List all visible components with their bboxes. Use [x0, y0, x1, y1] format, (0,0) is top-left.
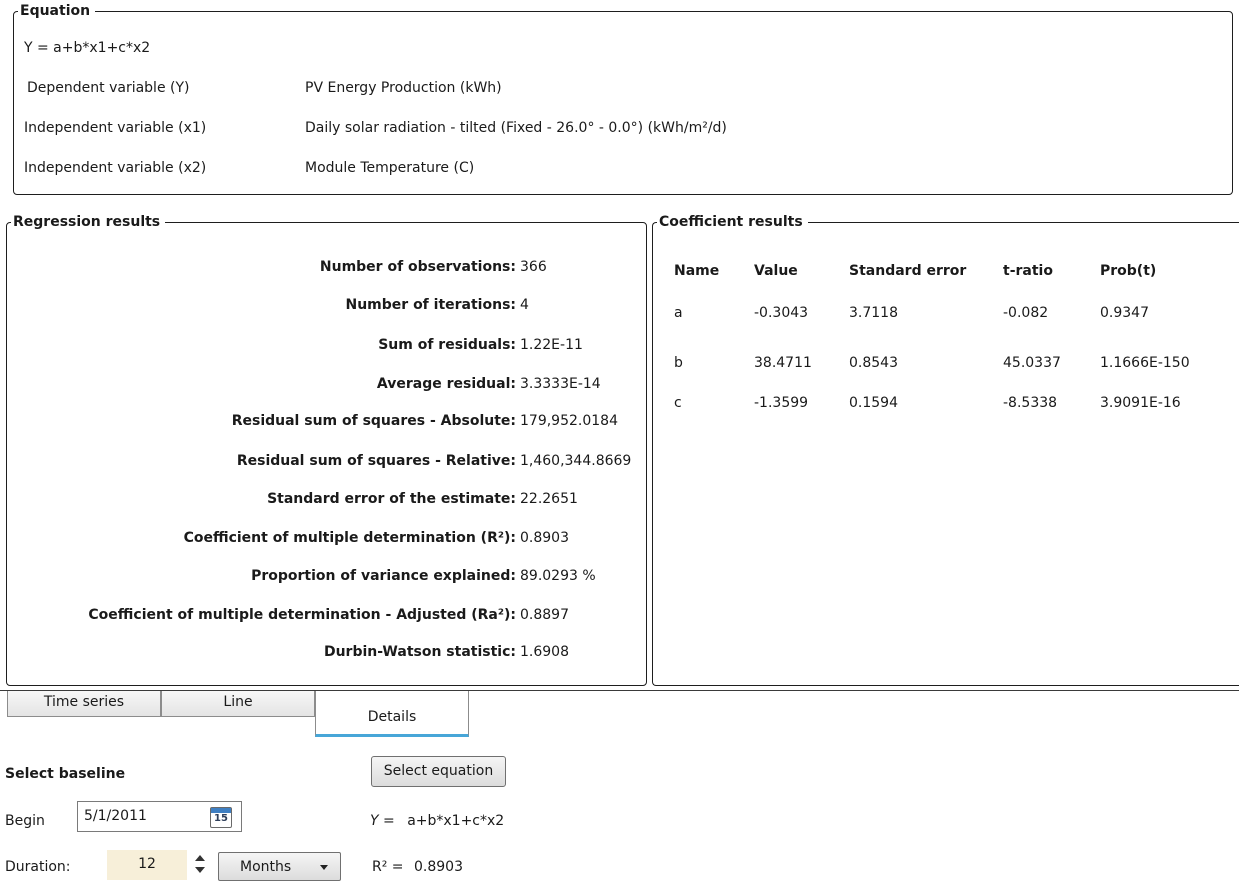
- calendar-icon[interactable]: 15: [210, 807, 232, 828]
- regression-label: Coefficient of multiple determination - …: [88, 607, 516, 623]
- y-label: Y =: [370, 813, 395, 829]
- regression-label: Durbin-Watson statistic:: [323, 644, 516, 660]
- regression-value: 0.8897: [520, 607, 569, 623]
- column-header-value: Value: [754, 263, 798, 279]
- duration-unit-value: Months: [240, 859, 292, 875]
- r2-value: 0.8903: [413, 859, 463, 875]
- coef-prob: 0.9347: [1100, 305, 1149, 321]
- regression-row: Number of iterations: 4: [7, 295, 647, 315]
- tab-time-series[interactable]: Time series: [7, 691, 161, 717]
- regression-row: Proportion of variance explained: 89.029…: [7, 566, 647, 586]
- coefficient-header-row: Name Value Standard error t-ratio Prob(t…: [674, 259, 1220, 283]
- regression-label: Residual sum of squares - Relative:: [236, 453, 516, 469]
- tab-details[interactable]: Details: [315, 691, 469, 737]
- calendar-day-number: 15: [214, 813, 228, 824]
- coefficient-results-group: Coefficient results Name Value Standard …: [652, 213, 1239, 686]
- regression-value: 1,460,344.8669: [520, 453, 632, 469]
- equation-group-title: Equation: [18, 2, 96, 20]
- duration-unit-select[interactable]: Months: [218, 852, 341, 881]
- column-header-name: Name: [674, 263, 720, 279]
- column-header-prob: Prob(t): [1100, 263, 1157, 279]
- regression-row: Coefficient of multiple determination (R…: [7, 528, 647, 548]
- coef-value: -0.3043: [754, 305, 809, 321]
- coef-value: 38.4711: [754, 355, 812, 371]
- equation-formula: Y = a+b*x1+c*x2: [24, 40, 151, 56]
- coefficient-results-title: Coefficient results: [657, 213, 808, 231]
- table-row: c -1.3599 0.1594 -8.5338 3.9091E-16: [674, 383, 1220, 423]
- coef-name: b: [674, 355, 683, 371]
- regression-row: Number of observations: 366: [7, 257, 647, 277]
- coef-std-error: 3.7118: [849, 305, 898, 321]
- regression-label: Number of observations:: [319, 259, 516, 275]
- dependent-variable-label: Dependent variable (Y): [27, 80, 190, 96]
- equation-group: Equation Y = a+b*x1+c*x2 Dependent varia…: [13, 2, 1233, 195]
- regression-value: 4: [520, 297, 529, 313]
- coef-name: c: [674, 395, 682, 411]
- regression-row: Sum of residuals: 1.22E-11: [7, 335, 647, 355]
- independent-variable-x1-label: Independent variable (x1): [24, 120, 207, 136]
- duration-value: 12: [138, 856, 156, 872]
- coef-value: -1.3599: [754, 395, 809, 411]
- y-equation-label: Y = a+b*x1+c*x2: [370, 812, 504, 830]
- regression-label: Number of iterations:: [345, 297, 517, 313]
- begin-date-value: 5/1/2011: [84, 808, 147, 824]
- coefficient-table: Name Value Standard error t-ratio Prob(t…: [674, 259, 1220, 423]
- stepper-down-icon[interactable]: [195, 867, 205, 873]
- duration-input[interactable]: 12: [107, 850, 187, 880]
- begin-date-input[interactable]: 5/1/2011 15: [77, 801, 242, 832]
- regression-value: 89.0293 %: [520, 568, 596, 584]
- coef-name: a: [674, 305, 683, 321]
- table-row: a -0.3043 3.7118 -0.082 0.9347: [674, 283, 1220, 343]
- coef-std-error: 0.1594: [849, 395, 898, 411]
- column-header-t-ratio: t-ratio: [1003, 263, 1053, 279]
- coef-std-error: 0.8543: [849, 355, 898, 371]
- regression-value: 3.3333E-14: [520, 376, 601, 392]
- regression-value: 22.2651: [520, 491, 578, 507]
- regression-row: Residual sum of squares - Absolute: 179,…: [7, 411, 647, 431]
- regression-row: Average residual: 3.3333E-14: [7, 374, 647, 394]
- regression-row: Residual sum of squares - Relative: 1,46…: [7, 451, 647, 471]
- select-equation-button[interactable]: Select equation: [371, 756, 506, 787]
- tab-line[interactable]: Line: [161, 691, 315, 717]
- duration-stepper[interactable]: [194, 853, 206, 877]
- regression-label: Residual sum of squares - Absolute:: [231, 413, 516, 429]
- independent-variable-x1-value: Daily solar radiation - tilted (Fixed - …: [305, 120, 727, 136]
- regression-row: Coefficient of multiple determination - …: [7, 605, 647, 625]
- regression-row: Standard error of the estimate: 22.2651: [7, 489, 647, 509]
- coef-prob: 1.1666E-150: [1100, 355, 1190, 371]
- table-row: b 38.4711 0.8543 45.0337 1.1666E-150: [674, 343, 1220, 383]
- chevron-down-icon: [320, 865, 328, 870]
- regression-label: Coefficient of multiple determination (R…: [183, 530, 516, 546]
- regression-value: 1.22E-11: [520, 337, 583, 353]
- begin-label: Begin: [5, 813, 45, 829]
- column-header-standard-error: Standard error: [849, 263, 967, 279]
- y-formula: a+b*x1+c*x2: [407, 813, 505, 829]
- regression-value: 0.8903: [520, 530, 569, 546]
- select-baseline-heading: Select baseline: [5, 766, 126, 782]
- r2-label: R² = 0.8903: [372, 858, 463, 876]
- stepper-up-icon[interactable]: [195, 855, 205, 861]
- regression-label: Proportion of variance explained:: [251, 568, 516, 584]
- independent-variable-x2-value: Module Temperature (C): [305, 160, 475, 176]
- regression-row: Durbin-Watson statistic: 1.6908: [7, 642, 647, 662]
- regression-results-title: Regression results: [11, 213, 166, 231]
- regression-value: 366: [520, 259, 547, 275]
- regression-label: Sum of residuals:: [378, 337, 516, 353]
- coef-prob: 3.9091E-16: [1100, 395, 1181, 411]
- dependent-variable-value: PV Energy Production (kWh): [305, 80, 502, 96]
- regression-label: Standard error of the estimate:: [267, 491, 516, 507]
- coef-t-ratio: 45.0337: [1003, 355, 1061, 371]
- coef-t-ratio: -8.5338: [1003, 395, 1058, 411]
- independent-variable-x2-label: Independent variable (x2): [24, 160, 207, 176]
- duration-label: Duration:: [5, 859, 71, 875]
- regression-value: 179,952.0184: [520, 413, 618, 429]
- coef-t-ratio: -0.082: [1003, 305, 1049, 321]
- regression-value: 1.6908: [520, 644, 569, 660]
- regression-results-group: Regression results Number of observation…: [6, 213, 647, 686]
- regression-label: Average residual:: [376, 376, 516, 392]
- r2-prefix: R² =: [372, 859, 404, 875]
